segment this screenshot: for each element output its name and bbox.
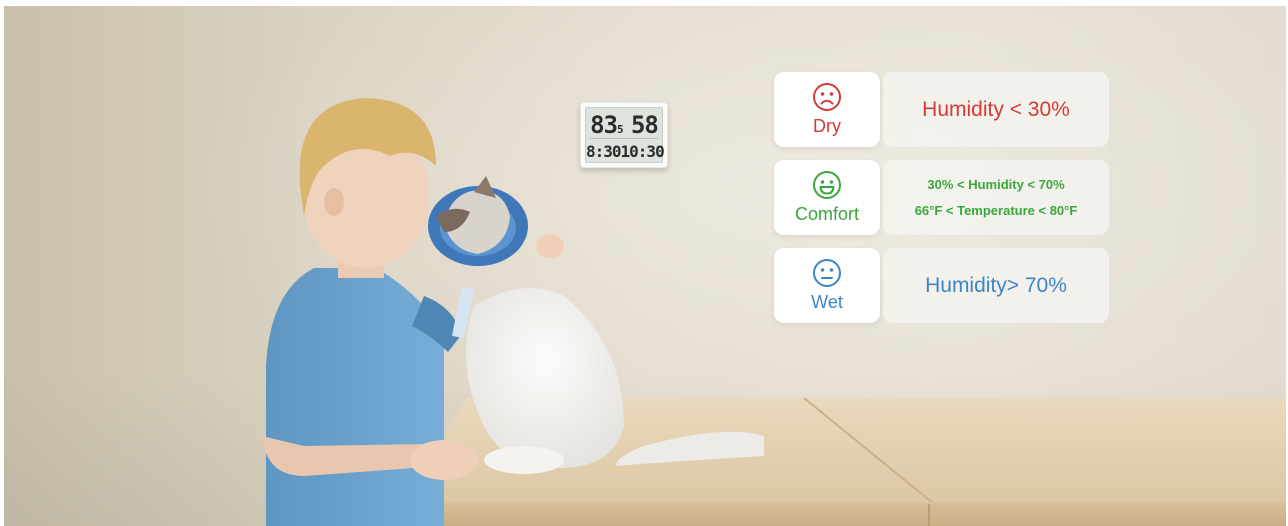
neutral-face-icon bbox=[813, 259, 841, 287]
comfort-temperature-range: 66°F < Temperature < 80°F bbox=[914, 202, 1078, 218]
time-reading: 8:30 bbox=[586, 142, 622, 161]
boy-hand bbox=[536, 234, 564, 258]
lcd-divider bbox=[590, 138, 658, 139]
dry-status: Dry bbox=[774, 72, 880, 147]
comfort-range: 30% < Humidity < 70% 66°F < Temperature … bbox=[883, 160, 1109, 235]
comfort-humidity-range: 30% < Humidity < 70% bbox=[927, 176, 1065, 192]
wet-humidity-range: Humidity> 70% bbox=[925, 273, 1067, 297]
wet-card: Wet Humidity> 70% bbox=[774, 248, 1109, 323]
dry-humidity-range: Humidity < 30% bbox=[922, 97, 1070, 121]
dry-label: Dry bbox=[813, 116, 841, 136]
comfort-status: Comfort bbox=[774, 160, 880, 235]
lcd-screen: 835 58 8:30 10:30 bbox=[585, 107, 665, 163]
thermometer-display: 835 58 8:30 10:30 bbox=[580, 102, 668, 168]
wet-label: Wet bbox=[811, 292, 843, 312]
wet-status: Wet bbox=[774, 248, 880, 323]
humidity-reading: 58 bbox=[630, 111, 659, 139]
temperature-reading: 835 bbox=[590, 111, 623, 139]
comfort-card: Comfort 30% < Humidity < 70% 66°F < Temp… bbox=[774, 160, 1109, 235]
comfort-label: Comfort bbox=[794, 204, 859, 224]
dry-card: Dry Humidity < 30% bbox=[774, 72, 1109, 147]
boy bbox=[262, 98, 478, 526]
dry-range: Humidity < 30% bbox=[883, 72, 1109, 147]
smiling-face-icon bbox=[813, 171, 841, 199]
alarm-reading: 10:30 bbox=[620, 142, 665, 161]
frowning-face-icon bbox=[813, 83, 841, 111]
wet-range: Humidity> 70% bbox=[883, 248, 1109, 323]
